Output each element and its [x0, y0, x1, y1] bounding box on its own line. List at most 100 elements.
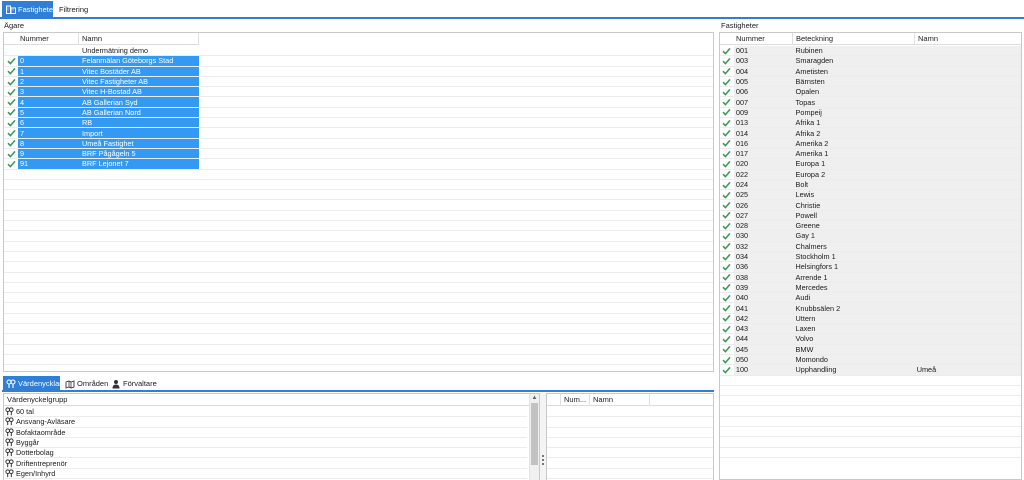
tab-vardenycklar[interactable]: Värdenycklar [3, 376, 62, 391]
table-row[interactable]: 0 Felanmälan Göteborgs Stad [4, 56, 713, 67]
key-groups-grid[interactable]: Värdenyckelgrupp 60 tal Ansvang-Avläsare B… [3, 393, 540, 480]
check-icon [720, 97, 734, 106]
tab-bar-underline [0, 17, 1024, 19]
table-row[interactable]: 2 Vitec Fastigheter AB [4, 76, 713, 88]
table-row[interactable]: 9 BRF Pågågeln 5 [4, 148, 713, 160]
check-icon [720, 180, 734, 189]
key-groups-col[interactable]: Värdenyckelgrupp [4, 394, 529, 406]
table-row[interactable]: 100 Upphandling Umeå [720, 365, 1021, 376]
table-row[interactable]: 036 Helsingfors 1 [720, 262, 1021, 273]
property-name [913, 200, 1021, 210]
table-row[interactable]: 91 BRF Lejonet 7 [4, 159, 713, 170]
key-groups-scrollbar[interactable]: ▲ [529, 394, 539, 480]
key-values-grid[interactable]: Num... Namn [546, 393, 714, 480]
key-values-col-num[interactable]: Num... [561, 394, 590, 406]
empty-row [720, 448, 1021, 458]
table-row[interactable]: 032 Chalmers [720, 241, 1021, 252]
tab-forvaltare[interactable]: Förvaltare [108, 376, 157, 391]
table-row[interactable]: Undermätning demo [4, 46, 713, 57]
table-row[interactable]: 007 Topas [720, 97, 1021, 108]
tab-filtrering[interactable]: Filtrering [55, 1, 88, 17]
check-icon [720, 46, 734, 55]
table-row[interactable]: 006 Opalen [720, 87, 1021, 98]
check-icon [4, 149, 18, 158]
table-row[interactable]: 022 Europa 2 [720, 169, 1021, 180]
table-row[interactable]: 013 Afrika 1 [720, 118, 1021, 129]
table-row[interactable]: 042 Uttern [720, 313, 1021, 325]
table-row[interactable]: 020 Europa 1 [720, 159, 1021, 170]
table-row[interactable]: 3 Vitec H-Bostad AB [4, 87, 713, 98]
list-item[interactable]: Bofaktaområde [4, 428, 527, 438]
table-row[interactable]: 038 Arrende 1 [720, 272, 1021, 283]
table-row[interactable]: 003 Smaragden [720, 56, 1021, 67]
key-group-filler [125, 428, 527, 437]
properties-col-nummer[interactable]: Nummer [720, 33, 793, 45]
check-icon [4, 56, 18, 65]
empty-row [547, 407, 713, 418]
property-designation: Amerika 1 [792, 148, 914, 159]
property-number: 039 [733, 282, 793, 293]
property-name [913, 303, 1021, 313]
table-row[interactable]: 017 Amerika 1 [720, 148, 1021, 160]
property-designation: Christie [792, 200, 914, 210]
table-row[interactable]: 5 AB Gallerian Nord [4, 107, 713, 119]
key-groups-scroll-thumb[interactable] [531, 403, 538, 465]
table-row[interactable]: 026 Christie [720, 200, 1021, 211]
check-icon [4, 128, 18, 137]
empty-row [547, 417, 713, 428]
check-icon [720, 242, 734, 251]
tab-fastigheter[interactable]: Fastigheter [2, 1, 56, 17]
table-row[interactable]: 8 Umeå Fastighet [4, 138, 713, 149]
key-values-col-namn[interactable]: Namn [590, 394, 650, 406]
table-row[interactable]: 014 Afrika 2 [720, 128, 1021, 139]
table-row[interactable]: 016 Amerika 2 [720, 138, 1021, 149]
table-row[interactable]: 028 Greene [720, 221, 1021, 232]
table-row[interactable]: 043 Laxen [720, 324, 1021, 335]
table-row[interactable]: 027 Powell [720, 210, 1021, 222]
table-row[interactable]: 039 Mercedes [720, 282, 1021, 294]
list-item[interactable]: 60 tal [4, 407, 527, 418]
owners-col-namn[interactable]: Namn [79, 33, 199, 45]
table-row[interactable]: 040 Audi [720, 293, 1021, 304]
property-designation: Stockholm 1 [792, 251, 914, 262]
table-row[interactable]: 004 Ametisten [720, 66, 1021, 77]
check-icon [4, 77, 18, 86]
key-icon [4, 417, 15, 426]
empty-row [4, 170, 713, 180]
table-row[interactable]: 025 Lewis [720, 190, 1021, 201]
scroll-up-icon[interactable]: ▲ [530, 394, 539, 402]
table-row[interactable]: 4 AB Gallerian Syd [4, 97, 713, 108]
table-row[interactable]: 030 Gay 1 [720, 231, 1021, 242]
list-item[interactable]: Egen/Inhyrd [4, 469, 527, 480]
property-designation: Europa 1 [792, 159, 914, 169]
table-row[interactable]: 041 Knubbsälen 2 [720, 303, 1021, 314]
list-item[interactable]: Byggår [4, 438, 527, 449]
table-row[interactable]: 009 Pompeij [720, 107, 1021, 119]
table-row[interactable]: 6 RB [4, 118, 713, 129]
table-row[interactable]: 001 Rubinen [720, 46, 1021, 57]
tab-omraden[interactable]: Områden [62, 376, 108, 391]
property-designation: Greene [792, 221, 914, 231]
check-icon [720, 355, 734, 364]
table-row[interactable]: 034 Stockholm 1 [720, 251, 1021, 263]
list-item[interactable]: Driftentreprenör [4, 458, 527, 469]
check-icon [720, 324, 734, 333]
list-item[interactable]: Ansvang-Avläsare [4, 417, 527, 428]
table-row[interactable]: 1 Vitec Bostäder AB [4, 66, 713, 77]
owners-col-nummer[interactable]: Nummer [4, 33, 79, 45]
properties-col-namn[interactable]: Namn [915, 33, 1021, 45]
properties-col-beteckning[interactable]: Beteckning [793, 33, 915, 45]
empty-row [547, 428, 713, 438]
properties-grid[interactable]: Nummer Beteckning Namn 001 Rubinen 003 Smar… [719, 32, 1022, 480]
table-row[interactable]: 024 Bolt [720, 179, 1021, 191]
property-name [913, 169, 1021, 179]
table-row[interactable]: 005 Bärnsten [720, 76, 1021, 88]
table-row[interactable]: 045 BMW [720, 344, 1021, 355]
key-icon [4, 448, 15, 457]
table-row[interactable]: 044 Volvo [720, 334, 1021, 345]
list-item[interactable]: Dotterbolag [4, 448, 527, 459]
owners-grid[interactable]: Nummer Namn Undermätning demo 0 Felanmälan… [3, 32, 714, 372]
table-row[interactable]: 050 Momondo [720, 354, 1021, 366]
check-icon [720, 283, 734, 292]
table-row[interactable]: 7 Import [4, 128, 713, 139]
